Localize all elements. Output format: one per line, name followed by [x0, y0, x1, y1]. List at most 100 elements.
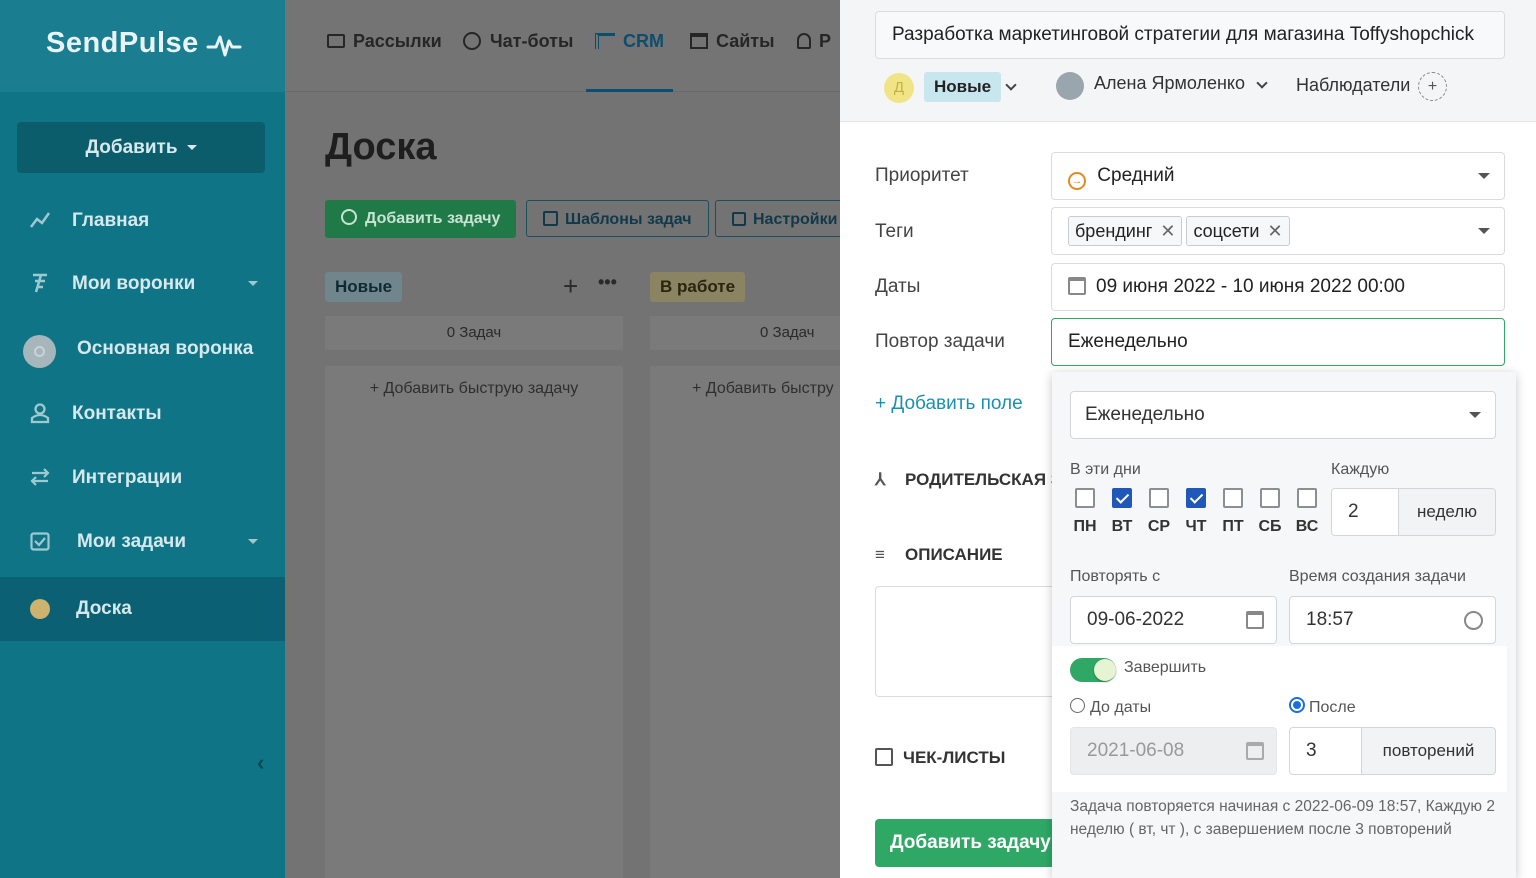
checkbox-icon[interactable] [1149, 488, 1169, 508]
logo[interactable]: SendPulse [46, 27, 242, 60]
sidebar-item-main-pipeline[interactable]: Основная воронка [0, 318, 285, 380]
crm-icon [595, 33, 615, 49]
checked-checkbox-icon[interactable] [1186, 488, 1206, 508]
weekday-label: ПТ [1222, 518, 1244, 535]
repeat-frequency-select[interactable]: Еженедельно [1070, 391, 1496, 439]
checkbox-icon[interactable] [1260, 488, 1280, 508]
checkbox-icon[interactable] [1297, 488, 1317, 508]
nav-tab-crm[interactable]: CRM [586, 31, 673, 92]
sidebar-item-funnels[interactable]: Мои воронки [0, 253, 285, 315]
nav-tab-label: CRM [623, 31, 664, 51]
nav-tab-sites[interactable]: Сайты [690, 31, 774, 52]
remove-tag-icon[interactable]: ✕ [1267, 221, 1282, 241]
task-templates-button[interactable]: Шаблоны задач [526, 200, 709, 237]
sidebar-item-my-tasks[interactable]: Мои задачи [0, 511, 285, 573]
weekday-пн[interactable]: ПН [1070, 488, 1100, 536]
time-input[interactable]: 18:57 [1289, 596, 1496, 644]
description-section: ≡ ОПИСАНИЕ [875, 545, 1003, 565]
integrations-icon [28, 466, 52, 490]
parent-task-section[interactable]: ⅄ РОДИТЕЛЬСКАЯ З [875, 470, 1061, 490]
weekday-label: ПН [1073, 518, 1097, 535]
description-textarea[interactable] [875, 586, 1055, 697]
finish-toggle[interactable] [1070, 658, 1116, 682]
nav-tab-notifications[interactable]: Р [797, 31, 831, 52]
assignee-name[interactable]: Алена Ярмоленко [1094, 73, 1245, 94]
calendar-icon [1246, 742, 1264, 760]
weekday-пт[interactable]: ПТ [1218, 488, 1248, 536]
task-templates-label: Шаблоны задач [565, 211, 692, 228]
tasks-icon [28, 530, 52, 554]
settings-button[interactable]: Настройки [715, 200, 855, 237]
checkbox-icon[interactable] [1223, 488, 1243, 508]
quick-add-task[interactable]: + Добавить быстру [650, 380, 840, 398]
checkbox-icon[interactable] [1075, 488, 1095, 508]
repeat-label: Повтор задачи [875, 331, 1005, 352]
sidebar: SendPulse Добавить Главная Мои воронки О… [0, 0, 285, 878]
task-panel-header: Разработка маркетинговой стратегии для м… [840, 0, 1536, 122]
sidebar-item-home[interactable]: Главная [0, 190, 285, 252]
repeat-count-input[interactable]: 3 [1289, 727, 1363, 775]
weekday-сб[interactable]: СБ [1255, 488, 1285, 536]
quick-add-label: Добавить быструю задачу [383, 380, 579, 397]
checklists-section: ЧЕК-ЛИСТЫ [875, 748, 1005, 768]
more-options-icon[interactable]: ••• [598, 272, 617, 293]
add-column-task-icon[interactable]: + [563, 271, 578, 302]
tag-label: брендинг [1075, 220, 1153, 241]
hierarchy-icon: ⅄ [875, 470, 886, 489]
until-date-input: 2021-06-08 [1070, 727, 1277, 775]
tags-label: Теги [875, 221, 914, 242]
sidebar-add-button[interactable]: Добавить [17, 122, 265, 173]
sidebar-item-integrations[interactable]: Интеграции [0, 447, 285, 509]
pulse-logo-icon [206, 35, 242, 57]
section-title: РОДИТЕЛЬСКАЯ З [905, 470, 1062, 489]
priority-select[interactable]: → Средний [1051, 152, 1505, 200]
tags-select[interactable]: брендинг ✕ соцсети ✕ [1051, 207, 1505, 255]
add-task-button[interactable]: Добавить задачу [325, 200, 517, 238]
chevron-down-icon [1478, 228, 1490, 234]
start-date-input[interactable]: 09-06-2022 [1070, 596, 1277, 644]
weekday-чт[interactable]: ЧТ [1181, 488, 1211, 536]
tag-chip: брендинг ✕ [1068, 215, 1183, 246]
repeat-select[interactable]: Еженедельно [1051, 318, 1505, 366]
nav-tab-campaigns[interactable]: Рассылки [327, 31, 442, 52]
status-badge[interactable]: Новые [924, 72, 1002, 102]
add-watcher-icon[interactable]: + [1418, 72, 1447, 101]
board-dot-icon [30, 599, 50, 619]
weekday-вс[interactable]: ВС [1292, 488, 1322, 536]
checkbox-icon [543, 211, 558, 226]
settings-label: Настройки [753, 211, 838, 228]
calendar-icon[interactable] [1246, 611, 1264, 629]
dates-field[interactable]: 09 июня 2022 - 10 июня 2022 00:00 [1051, 263, 1505, 311]
section-title: ЧЕК-ЛИСТЫ [903, 748, 1006, 767]
after-radio[interactable] [1289, 697, 1305, 713]
status-chevron-down-icon[interactable] [1005, 79, 1017, 91]
sidebar-item-label: Мои воронки [72, 273, 196, 294]
assignee-chevron-down-icon[interactable] [1256, 77, 1268, 89]
submit-add-task-button[interactable]: Добавить задачу [875, 819, 1055, 867]
sidebar-item-label: Интеграции [72, 467, 183, 488]
add-field-link[interactable]: + Добавить поле [875, 393, 1023, 415]
collapse-sidebar-icon[interactable]: ‹ [257, 750, 264, 776]
task-title-input[interactable]: Разработка маркетинговой стратегии для м… [875, 11, 1505, 59]
weekday-ср[interactable]: СР [1144, 488, 1174, 536]
repeat-count-unit: повторений [1361, 727, 1496, 775]
chevron-down-icon [186, 145, 197, 151]
quick-add-task[interactable]: + Добавить быструю задачу [325, 380, 623, 398]
checkbox-icon [875, 748, 893, 766]
clock-icon[interactable] [1464, 611, 1483, 630]
sidebar-item-contacts[interactable]: Контакты [0, 383, 285, 445]
until-date-radio[interactable] [1070, 698, 1085, 713]
add-task-label: Добавить задачу [365, 210, 501, 227]
plus-circle-icon [341, 209, 357, 225]
remove-tag-icon[interactable]: ✕ [1160, 221, 1175, 241]
settings-icon [732, 212, 746, 226]
tag-chip: соцсети ✕ [1186, 215, 1290, 246]
every-count-input[interactable]: 2 [1331, 488, 1400, 536]
sidebar-item-label: Основная воронка [77, 338, 254, 359]
section-title: ОПИСАНИЕ [905, 545, 1003, 564]
pipeline-circle-icon [23, 335, 56, 368]
checked-checkbox-icon[interactable] [1112, 488, 1132, 508]
nav-tab-chatbots[interactable]: Чат-боты [463, 31, 573, 52]
sidebar-item-board[interactable]: Доска [0, 577, 285, 641]
weekday-вт[interactable]: ВТ [1107, 488, 1137, 536]
